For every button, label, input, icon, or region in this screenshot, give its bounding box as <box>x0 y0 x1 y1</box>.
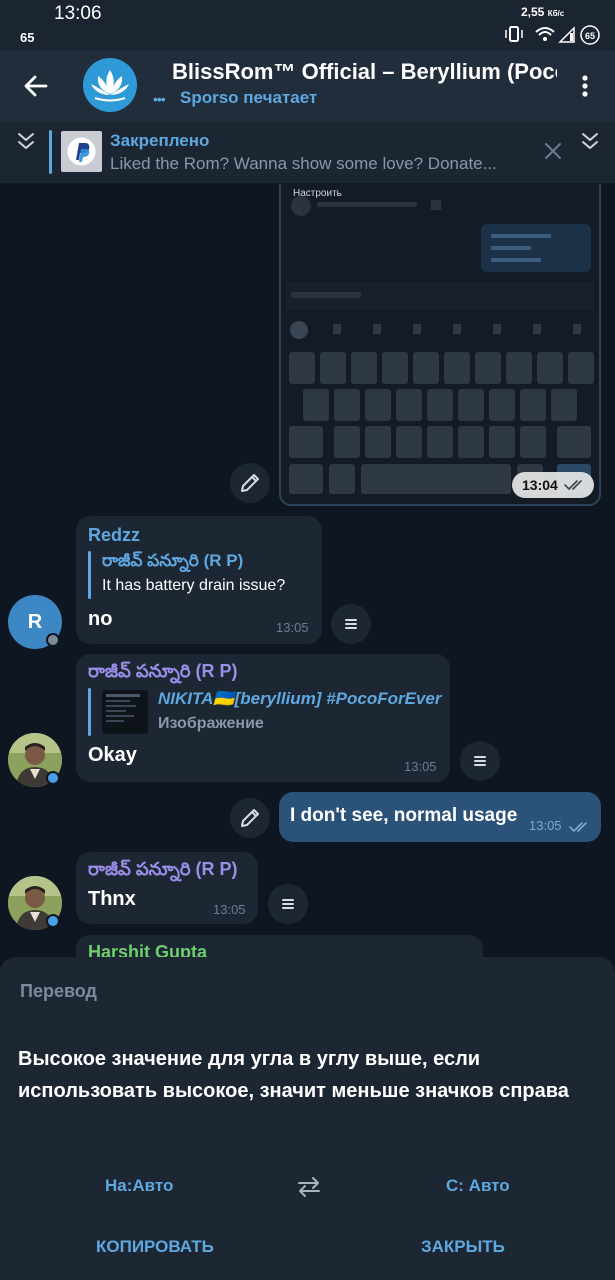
image-time: 13:04 <box>512 472 594 498</box>
menu-lines-icon <box>474 756 486 766</box>
pinned-text: Liked the Rom? Wanna show some love? Don… <box>110 154 497 173</box>
menu-lines-icon <box>282 899 294 909</box>
outgoing-message-bubble[interactable]: I don't see, normal usage 13:05 <box>279 792 601 842</box>
status-icons: 65 <box>505 25 600 45</box>
chevron-double-down-icon[interactable] <box>578 130 602 154</box>
status-time: 13:06 <box>54 3 102 24</box>
reply-name: రాజీవ్ పన్నూరి (R P) <box>102 551 244 570</box>
chevron-double-down-icon[interactable] <box>14 130 38 154</box>
notification-count: 65 <box>20 30 35 45</box>
paypal-icon <box>67 137 96 166</box>
more-vert-icon <box>582 75 588 97</box>
reply-accent-bar <box>88 688 91 736</box>
source-language-selector[interactable]: С: Авто <box>446 1176 510 1196</box>
close-button[interactable]: ЗАКРЫТЬ <box>421 1237 505 1257</box>
reply-text: Изображение <box>158 715 264 732</box>
svg-text:65: 65 <box>585 31 595 41</box>
vibrate-icon <box>505 26 523 42</box>
sheet-title: Перевод <box>20 981 97 1001</box>
signal-icon <box>558 26 575 43</box>
chat-subtitle: Sporso печатает <box>180 88 318 107</box>
pencil-icon <box>241 474 259 492</box>
more-menu-button[interactable] <box>572 68 598 104</box>
presence-dot <box>46 771 60 785</box>
presence-dot <box>46 633 60 647</box>
reply-thumbnail-image <box>102 690 148 734</box>
close-icon[interactable] <box>542 140 564 162</box>
pinned-thumbnail <box>61 131 102 172</box>
wifi-icon <box>535 27 555 41</box>
edit-button[interactable] <box>230 463 270 503</box>
pinned-title: Закреплено <box>110 131 210 150</box>
typing-indicator-icon: ••• <box>153 91 166 107</box>
copy-button[interactable]: КОПИРОВАТЬ <box>96 1237 214 1257</box>
battery-icon: 65 <box>580 25 600 45</box>
translation-sheet: Перевод Высокое значение для угла в углу… <box>0 957 615 1280</box>
pinned-message-bar[interactable]: Закреплено Liked the Rom? Wanna show som… <box>0 122 615 184</box>
translated-text: Высокое значение для угла в углу выше, е… <box>18 1048 569 1102</box>
double-check-icon <box>569 822 587 832</box>
swap-icon[interactable] <box>296 1176 322 1198</box>
message-time: 13:05 <box>529 818 562 833</box>
edit-button[interactable] <box>230 798 270 838</box>
translate-button[interactable] <box>460 741 500 781</box>
lotus-icon <box>91 70 129 102</box>
target-language-selector[interactable]: На:Авто <box>105 1176 173 1196</box>
presence-dot <box>46 914 60 928</box>
sender-name[interactable]: Redzz <box>88 525 140 546</box>
chat-title[interactable]: BlissRom™ Official – Beryllium (Poco <box>172 59 557 87</box>
status-bar: 13:06 65 2,55 Кб/с 65 <box>0 0 615 50</box>
image-message[interactable]: Настроить <box>279 184 601 506</box>
message-text: Thnx <box>88 888 136 910</box>
net-speed: 2,55 Кб/с <box>521 5 565 19</box>
chat-avatar[interactable] <box>83 58 137 112</box>
message-bubble[interactable]: రాజీవ్ పన్నూరి (R P) Thnx 13:05 <box>76 852 258 924</box>
message-text: Okay <box>88 744 137 766</box>
keyboard-screenshot-image <box>285 196 595 494</box>
back-button[interactable] <box>18 68 54 104</box>
double-check-icon <box>564 480 582 490</box>
menu-lines-icon <box>345 619 357 629</box>
translate-button[interactable] <box>268 884 308 924</box>
pencil-icon <box>241 809 259 827</box>
message-bubble[interactable]: రాజీవ్ పన్నూరి (R P) NIKITA🇺🇦[beryllium]… <box>76 654 450 782</box>
reply-name: NIKITA🇺🇦[beryllium] #PocoForEver <box>158 689 442 708</box>
message-bubble[interactable]: Redzz రాజీవ్ పన్నూరి (R P) It has batter… <box>76 516 322 644</box>
reply-accent-bar <box>88 551 91 599</box>
message-time: 13:05 <box>404 759 437 774</box>
sender-name[interactable]: రాజీవ్ పన్నూరి (R P) <box>88 859 238 884</box>
sender-name[interactable]: రాజీవ్ పన్నూరి (R P) <box>88 661 238 686</box>
pinned-accent-bar <box>49 130 52 174</box>
message-time: 13:05 <box>276 620 309 635</box>
message-text: I don't see, normal usage <box>290 805 518 826</box>
message-time: 13:05 <box>213 902 246 917</box>
translate-button[interactable] <box>331 604 371 644</box>
arrow-left-icon <box>24 75 48 97</box>
message-text: no <box>88 608 113 630</box>
chat-header: BlissRom™ Official – Beryllium (Poco •••… <box>0 50 615 122</box>
reply-text: It has battery drain issue? <box>102 577 286 594</box>
